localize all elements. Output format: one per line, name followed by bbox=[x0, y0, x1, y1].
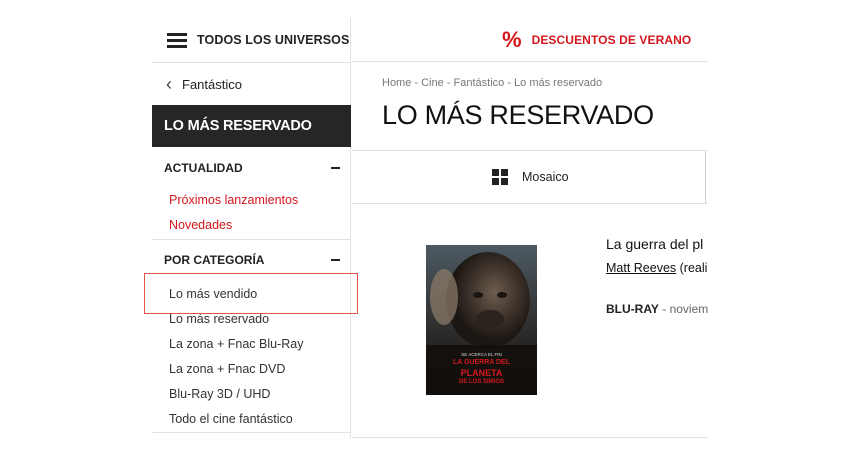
percent-icon: % bbox=[502, 26, 522, 52]
format-label: BLU-RAY bbox=[606, 302, 659, 316]
product-format: BLU-RAY - noviemb bbox=[606, 302, 708, 316]
grid-icon bbox=[492, 169, 508, 185]
collapse-minus-icon[interactable] bbox=[331, 259, 340, 261]
poster-title: LA GUERRA DEL bbox=[452, 359, 511, 366]
author-link[interactable]: Matt Reeves bbox=[606, 261, 676, 275]
product-title[interactable]: La guerra del pl bbox=[606, 236, 708, 252]
group-title: ACTUALIDAD bbox=[164, 161, 243, 175]
release-date: - noviemb bbox=[662, 302, 708, 316]
highlight-box bbox=[144, 273, 358, 314]
page-title: LO MÁS RESERVADO bbox=[382, 100, 654, 130]
divider bbox=[152, 432, 351, 433]
poster-title: PLANETA bbox=[460, 368, 503, 378]
mosaic-label: Mosaico bbox=[522, 170, 569, 184]
group-title: POR CATEGORÍA bbox=[164, 253, 265, 267]
sidebar-link-novedades[interactable]: Novedades bbox=[169, 218, 232, 232]
group-header-categoria[interactable]: POR CATEGORÍA bbox=[152, 250, 351, 270]
chevron-left-icon: ‹ bbox=[166, 74, 172, 94]
hamburger-menu-icon bbox=[167, 32, 187, 48]
breadcrumb[interactable]: Home - Cine - Fantástico - Lo más reserv… bbox=[382, 77, 602, 89]
sidebar-link-mas-reservado[interactable]: Lo más reservado bbox=[169, 312, 269, 326]
section-title: LO MÁS RESERVADO bbox=[152, 105, 351, 147]
view-toolbar: Mosaico bbox=[352, 150, 708, 204]
sidebar-link-zona-bluray[interactable]: La zona + Fnac Blu-Ray bbox=[169, 337, 303, 351]
divider bbox=[705, 151, 706, 203]
sidebar-link-zona-dvd[interactable]: La zona + Fnac DVD bbox=[169, 362, 285, 376]
divider bbox=[352, 437, 708, 438]
sidebar-link-todo-fantastico[interactable]: Todo el cine fantástico bbox=[169, 412, 293, 426]
poster-tagline: SE ACERCA EL FIN bbox=[461, 352, 502, 357]
collapse-minus-icon[interactable] bbox=[331, 167, 340, 169]
mosaic-view-button[interactable]: Mosaico bbox=[492, 169, 569, 185]
product-author: Matt Reeves (reali bbox=[606, 261, 708, 275]
group-header-actualidad[interactable]: ACTUALIDAD bbox=[152, 158, 351, 178]
sidebar: TODOS LOS UNIVERSOS ‹ Fantástico LO MÁS … bbox=[152, 18, 351, 438]
sidebar-link-proximos[interactable]: Próximos lanzamientos bbox=[169, 193, 298, 207]
sidebar-link-bluray-3d[interactable]: Blu-Ray 3D / UHD bbox=[169, 387, 270, 401]
all-universes-button[interactable]: TODOS LOS UNIVERSOS bbox=[152, 18, 351, 62]
poster-title: DE LOS SIMIOS bbox=[458, 379, 504, 385]
product-poster[interactable]: SE ACERCA EL FIN LA GUERRA DEL PLANETA D… bbox=[426, 245, 537, 395]
back-link-label: Fantástico bbox=[182, 76, 242, 92]
back-link[interactable]: ‹ Fantástico bbox=[152, 62, 351, 105]
promo-bar[interactable]: % DESCUENTOS DE VERANO bbox=[352, 18, 708, 62]
promo-label[interactable]: DESCUENTOS DE VERANO bbox=[532, 33, 692, 47]
all-universes-label: TODOS LOS UNIVERSOS bbox=[197, 33, 350, 47]
author-role: (reali bbox=[676, 261, 708, 275]
divider bbox=[152, 239, 351, 240]
